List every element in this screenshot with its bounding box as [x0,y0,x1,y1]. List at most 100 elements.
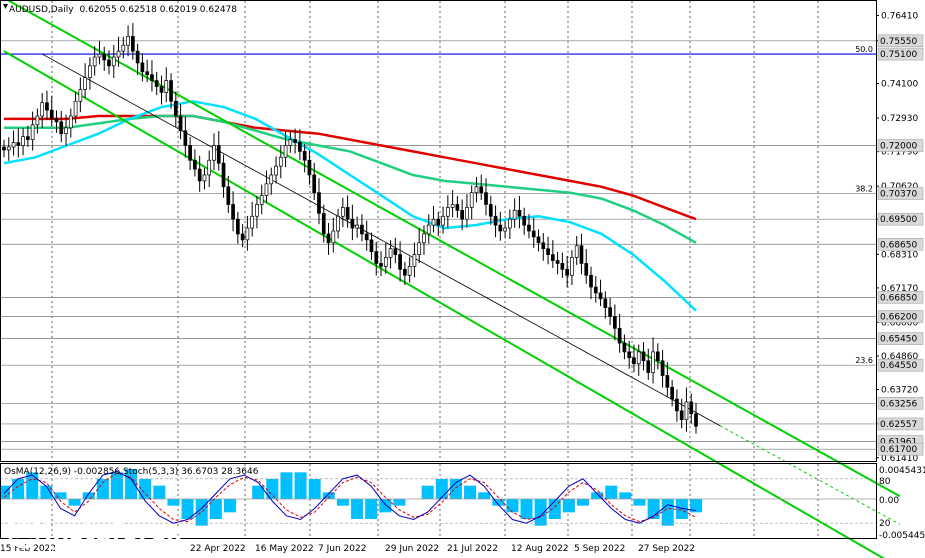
candle-body [617,327,622,344]
candle-body [426,224,431,235]
osma-bar [534,499,547,526]
candle-body [331,230,336,244]
osma-bar [223,499,236,513]
level-label: 0.75100 [880,50,917,60]
osc-tick-label: 20 [879,519,891,529]
candle-body [264,183,269,196]
candle-body [493,215,498,226]
candle-body [608,307,612,317]
price-tick-label: 0.74100 [881,80,918,90]
candle-body [26,136,30,140]
candle-body [193,159,197,170]
candle-body [527,224,531,232]
osma-bar [308,479,321,499]
candle-body [555,260,560,264]
candle-body [531,230,536,238]
candle-body [565,268,569,276]
candle-body [613,316,617,329]
candle-body [6,146,11,151]
candle-body [593,286,598,294]
candle-body [393,248,398,255]
candle-body [665,375,670,388]
symbol-header: AUDUSD,Daily 0.62055 0.62518 0.62019 0.62… [9,5,237,15]
candle-body [541,242,546,250]
osma-bar [139,479,152,499]
candle-body [560,263,565,270]
candle-body [398,254,402,270]
candle-body [131,36,135,52]
candle-body [546,248,550,255]
osma-bar [294,472,307,499]
price-tick-label: 0.63720 [881,386,918,396]
candle-body [550,254,555,261]
osma-bar [195,499,208,526]
osma-bar [562,499,575,513]
candle-body [460,210,465,220]
level-label: 0.66200 [880,313,917,323]
candle-body [326,233,331,244]
candle-body [675,398,679,412]
time-tick-label: 5 Sep 2022 [574,544,625,554]
candle-body [212,145,216,161]
price-tick-label: 0.76410 [881,11,918,21]
candle-body [278,156,283,167]
candle-body [508,218,512,229]
candle-body [317,192,321,214]
osma-bar [464,485,477,499]
candle-body [92,56,97,67]
candle-body [431,218,436,226]
osma-bar [605,485,618,499]
candle-body [126,36,130,46]
candle-body [240,233,245,241]
candle-body [11,142,16,148]
candle-body [670,386,674,400]
candle-body [97,53,102,58]
candle-body [202,174,207,182]
osc-tick-label: 80 [879,477,891,487]
candle-body [636,351,641,365]
candle-body [498,224,503,232]
candle-body [655,351,660,362]
candle-body [407,266,412,276]
candle-body [154,80,159,87]
candle-body [321,212,326,235]
time-tick-label: 21 Jul 2022 [447,544,498,554]
candle-body [689,401,694,415]
level-label: 0.61700 [880,445,917,455]
candle-body [598,292,603,300]
candle-body [121,44,126,52]
candle-body [512,210,517,220]
candle-body [140,62,145,73]
osma-bar [365,499,378,519]
candle-body [360,224,364,235]
candle-body [479,186,484,194]
candle-body [651,351,655,373]
candle-body [30,124,35,140]
candle-body [488,204,493,217]
candle-body [336,215,340,232]
candle-body [522,215,527,226]
candle-body [150,74,154,81]
time-tick-label: 7 Jun 2022 [318,544,366,554]
candle-body [388,248,393,258]
candle-body [35,115,40,126]
osma-bar [153,485,166,499]
candle-body [579,245,584,264]
candle-body [364,233,369,241]
candle-body [474,186,479,194]
candle-body [64,127,68,135]
level-label: 0.75550 [880,37,917,47]
candle-body [574,245,579,258]
candle-body [111,56,116,67]
candle-body [345,207,350,220]
watermark-brand: instaforex [44,518,182,546]
candle-body [102,53,107,61]
candle-body [570,257,574,276]
osma-bar [661,499,674,526]
candle-body [369,239,374,252]
candle-body [302,151,307,161]
candle-body [107,59,111,67]
level-label: 0.68650 [880,240,917,250]
osma-bar [280,472,293,499]
time-tick-label: 27 Sep 2022 [638,544,695,554]
